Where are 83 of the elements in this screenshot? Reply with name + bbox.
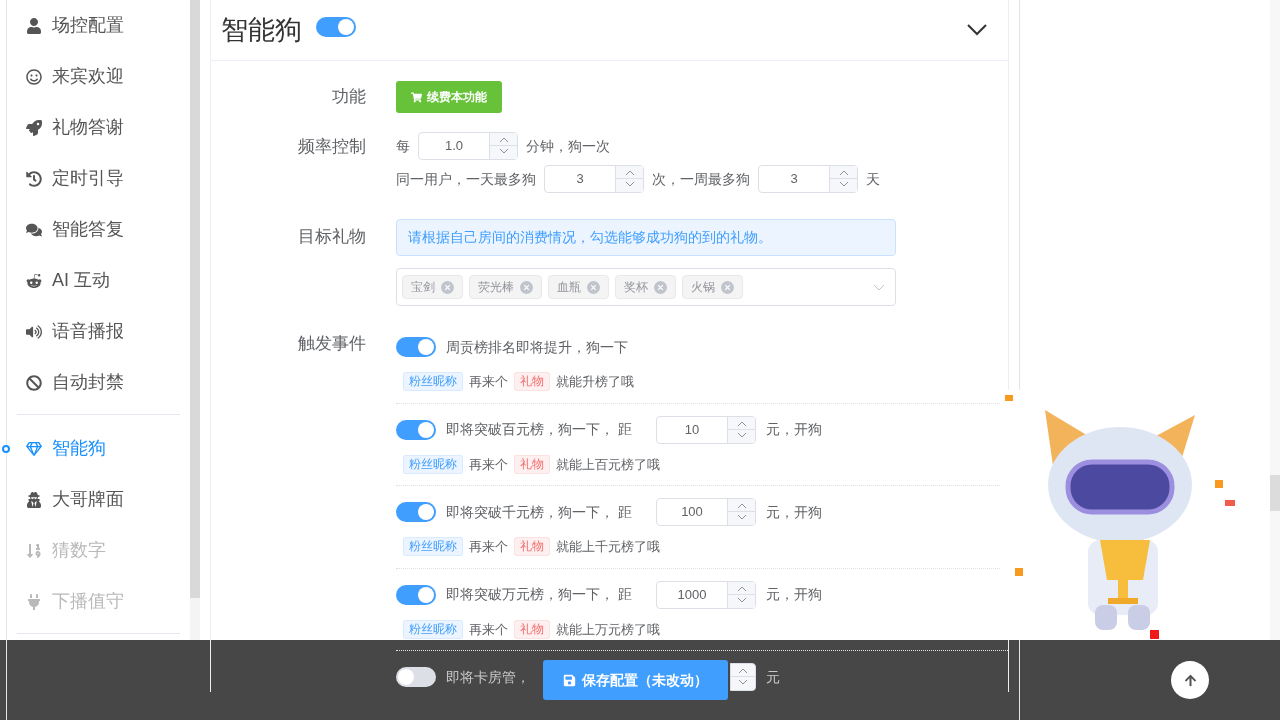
number-field[interactable]: 3 [758,165,858,193]
template-text: 再来个 [469,373,508,391]
event-text: 即将突破万元榜，狗一下， 距 [446,586,632,602]
sidebar-item[interactable]: 语音播报 [17,306,180,357]
event-text: 即将突破百元榜，狗一下， 距 [446,421,632,437]
nickname-tag: 粉丝昵称 [403,619,463,639]
ban-icon [26,374,42,391]
template-text: 就能上万元榜了哦 [556,620,660,639]
close-icon[interactable] [520,280,533,294]
field-text: 元，开狗 [766,502,822,522]
gift-tag: 礼物 [514,454,550,474]
scroll-top-button[interactable] [1171,661,1209,699]
sidebar-item[interactable]: 来宾欢迎 [17,51,180,102]
toggle-switch[interactable] [316,16,356,37]
notice-banner: 请根据自己房间的消费情况，勾选能够成功狗的到的礼物。 [396,219,896,256]
gift-tag: 礼物 [514,372,550,392]
field-text: 同一用户，一天最多狗 [396,169,536,189]
field-label: 频率控制 [298,137,366,156]
user-icon [26,17,42,34]
gift-tag: 礼物 [514,537,550,557]
sidebar-item[interactable]: 智能答复 [17,204,180,255]
template-text: 就能上千元榜了哦 [556,538,660,556]
number-field[interactable]: 10 [656,415,756,444]
event-text: 周贡榜排名即将提升，狗一下 [446,338,628,355]
event-text: 即将卡房管， [446,668,530,685]
sidebar-item[interactable]: 自动封禁 [17,357,180,408]
nickname-tag: 粉丝昵称 [403,372,463,392]
save-icon [562,673,576,687]
diamond-icon [26,440,42,457]
cart-icon [411,91,422,103]
sidebar-item[interactable]: 大哥牌面 [17,474,180,525]
field-text: 元，开狗 [766,585,822,604]
field-text: 元 [766,667,780,687]
sidebar-item[interactable]: 智能狗 [17,423,180,474]
plug-icon [26,593,42,610]
close-icon[interactable] [654,280,667,294]
smile-icon [26,68,42,85]
field-text: 每 [396,136,410,156]
chevron-icon[interactable] [966,24,988,36]
number-field[interactable]: 1.0 [418,132,518,160]
chat-icon [26,221,42,238]
sidebar-item[interactable]: 礼物答谢 [17,102,180,153]
template-text: 就能上百元榜了哦 [556,455,660,474]
scrollbar-thumb[interactable] [190,0,200,598]
scrollbar-thumb[interactable] [1270,475,1280,511]
template-text: 就能升榜了哦 [556,373,634,391]
sidebar-item[interactable]: 场控配置 [17,0,180,51]
close-icon[interactable] [587,280,600,294]
stepper[interactable] [730,663,756,691]
toggle-switch[interactable] [396,502,436,522]
field-label: 触发事件 [298,334,366,353]
field-text: 次，一周最多狗 [652,169,750,189]
toggle-switch[interactable] [396,584,436,605]
close-icon[interactable] [441,280,454,294]
sidebar-item[interactable]: 定时引导 [17,153,180,204]
number-field[interactable]: 1000 [656,580,756,609]
template-text: 再来个 [469,455,508,474]
toggle-switch[interactable] [396,667,436,687]
spy-icon [26,491,42,508]
sidebar-item[interactable]: AI 互动 [17,255,180,306]
toggle-switch[interactable] [396,419,436,440]
panel-title: 智能狗 [221,13,302,47]
sort-numeric-icon [26,542,42,559]
event-text: 即将突破千元榜，狗一下， 距 [446,503,632,520]
nickname-tag: 粉丝昵称 [403,454,463,474]
speaker-icon [26,323,42,340]
field-text: 元，开狗 [766,420,822,439]
field-label: 功能 [332,87,366,107]
robot-icon [26,272,42,289]
rocket-icon [26,119,42,136]
template-text: 再来个 [469,620,508,639]
toggle-switch[interactable] [396,337,436,357]
field-text: 分钟，狗一次 [526,136,610,156]
nickname-tag: 粉丝昵称 [403,537,463,557]
number-field[interactable]: 100 [656,498,756,526]
number-field[interactable]: 3 [544,165,644,193]
arrow-up-icon [1183,673,1197,687]
field-label: 目标礼物 [298,227,366,246]
history-icon [26,170,42,187]
template-text: 再来个 [469,538,508,556]
gift-tag: 礼物 [514,619,550,639]
field-text: 天 [866,169,880,189]
close-icon[interactable] [721,280,734,294]
